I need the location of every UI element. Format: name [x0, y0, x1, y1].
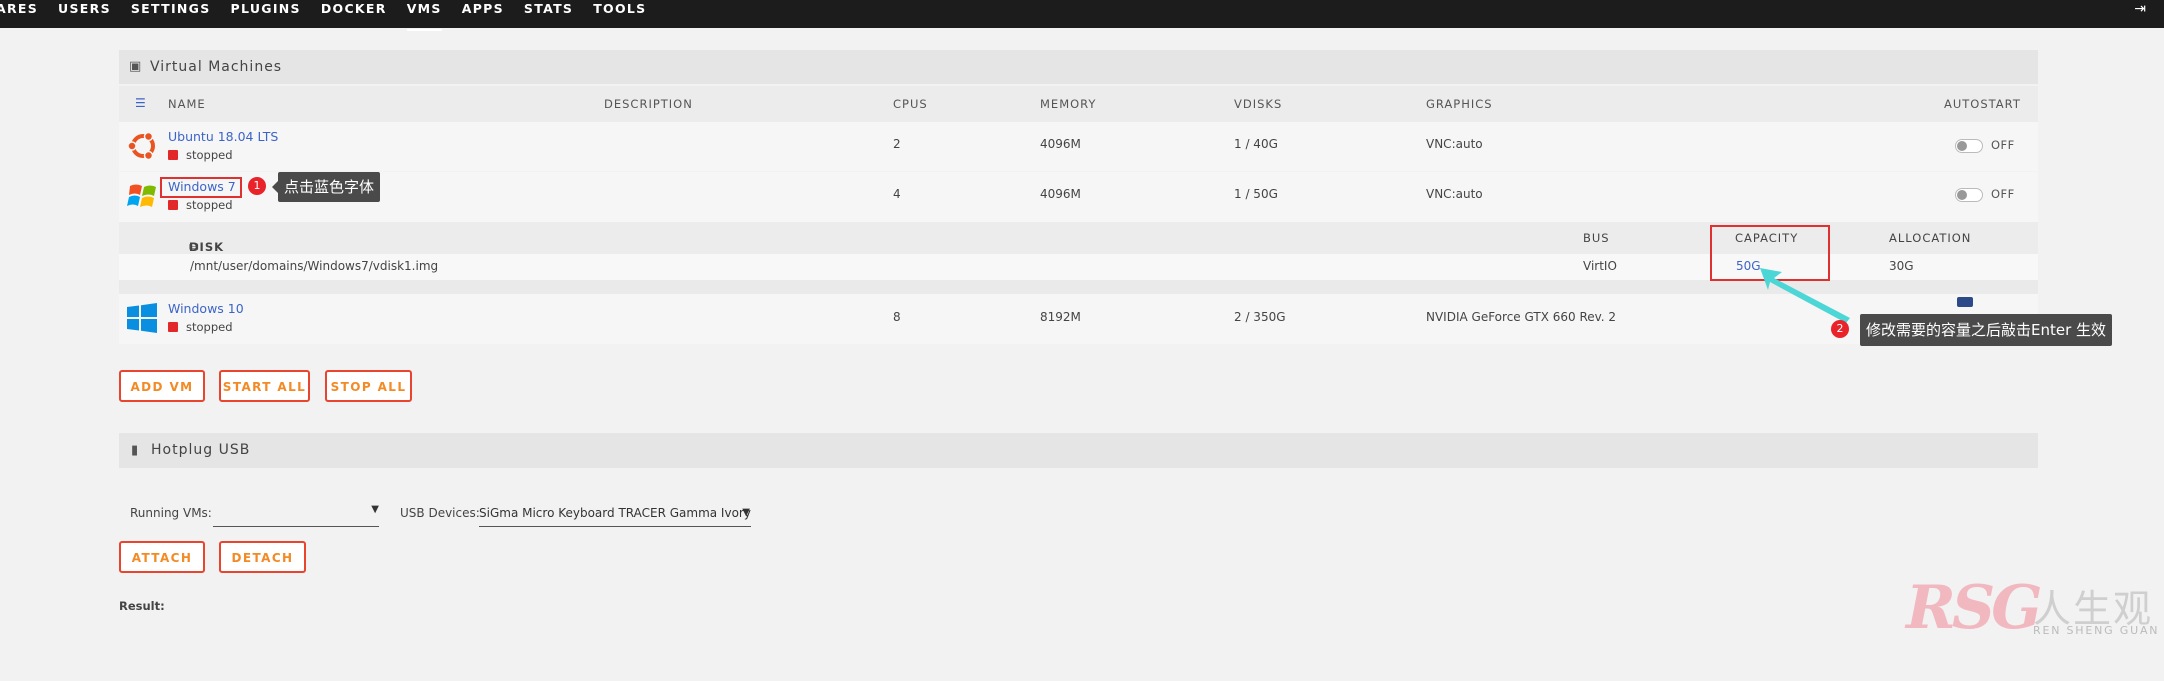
- vm-state-text: stopped: [186, 148, 233, 162]
- annotation-tooltip-1: 点击蓝色字体: [271, 172, 381, 202]
- result-label: Result:: [119, 599, 165, 613]
- watermark-logo: RSG: [1906, 573, 2042, 643]
- vm-vdisks: 1 / 40G: [1234, 137, 1278, 151]
- col-autostart: AUTOSTART: [1944, 97, 2021, 111]
- autostart-toggle[interactable]: [1955, 139, 1983, 153]
- vm-graphics: VNC:auto: [1426, 187, 1483, 201]
- stopped-icon: [168, 200, 178, 210]
- col-bus: BUS: [1583, 231, 1610, 245]
- vm-section-header: ▣ Virtual Machines: [119, 50, 2038, 84]
- annotation-badge-2: 2: [1831, 320, 1849, 338]
- vm-state: stopped: [168, 198, 233, 212]
- vm-graphics: VNC:auto: [1426, 137, 1483, 151]
- autostart-toggle[interactable]: [1955, 188, 1983, 202]
- hotplug-section-header: ▮ Hotplug USB: [119, 433, 2038, 468]
- col-cpus: CPUS: [893, 97, 928, 111]
- nav-apps[interactable]: APPS: [462, 0, 504, 28]
- annotation-badge-1: 1: [248, 177, 266, 195]
- vm-cpus[interactable]: 2: [893, 137, 901, 151]
- vm-table-header: ☰ NAME DESCRIPTION CPUS MEMORY VDISKS GR…: [119, 86, 2038, 122]
- nav-users[interactable]: USERS: [58, 0, 111, 28]
- vm-cpus[interactable]: 8: [893, 310, 901, 324]
- ubuntu-logo-icon[interactable]: [127, 130, 159, 162]
- col-name: NAME: [168, 97, 206, 111]
- disk-table-spacer: [119, 280, 2038, 294]
- top-nav-bar: ARES USERS SETTINGS PLUGINS DOCKER VMS A…: [0, 0, 2164, 31]
- col-vdisks: VDISKS: [1234, 97, 1283, 111]
- vm-graphics: NVIDIA GeForce GTX 660 Rev. 2: [1426, 310, 1617, 324]
- vm-vdisks: 2 / 350G: [1234, 310, 1286, 324]
- nav-shares[interactable]: ARES: [0, 0, 38, 28]
- windows7-logo-icon[interactable]: [127, 180, 159, 212]
- nav-vms[interactable]: VMS: [406, 0, 442, 31]
- col-graphics: GRAPHICS: [1426, 97, 1493, 111]
- top-nav: ARES USERS SETTINGS PLUGINS DOCKER VMS A…: [0, 0, 666, 31]
- usb-devices-value: SiGma Micro Keyboard TRACER Gamma Ivory: [479, 506, 751, 520]
- autostart-toggle[interactable]: [1957, 297, 1973, 307]
- vm-name-link[interactable]: Ubuntu 18.04 LTS: [168, 129, 278, 144]
- autostart-label: OFF: [1991, 138, 2015, 152]
- vm-memory: 8192M: [1040, 310, 1081, 324]
- vm-row-windows7[interactable]: Windows 7 stopped 4 4096M 1 / 50G VNC:au…: [119, 172, 2038, 222]
- running-vms-label: Running VMs:: [130, 506, 212, 520]
- usb-icon: ▮: [131, 443, 140, 458]
- vm-name-link[interactable]: Windows 10: [168, 301, 244, 316]
- running-vms-select[interactable]: ▼: [213, 504, 379, 527]
- autostart-label: OFF: [1991, 187, 2015, 201]
- watermark-english: REN SHENG GUAN: [2033, 624, 2160, 637]
- vm-state: stopped: [168, 320, 233, 334]
- col-allocation: ALLOCATION: [1889, 231, 1972, 245]
- vm-vdisks: 1 / 50G: [1234, 187, 1278, 201]
- window-icon: ▣: [129, 59, 143, 74]
- col-description: DESCRIPTION: [604, 97, 693, 111]
- vm-state-text: stopped: [186, 320, 233, 334]
- vm-section-title: Virtual Machines: [150, 59, 283, 75]
- nav-plugins[interactable]: PLUGINS: [231, 0, 301, 28]
- disk-allocation: 30G: [1889, 259, 1914, 273]
- vm-state: stopped: [168, 148, 233, 162]
- vm-row-windows10[interactable]: Windows 10 stopped 8 8192M 2 / 350G NVID…: [119, 294, 2038, 344]
- chevron-down-icon: ▼: [371, 504, 379, 515]
- disk-path: /mnt/user/domains/Windows7/vdisk1.img: [190, 259, 439, 273]
- start-all-button[interactable]: START ALL: [219, 370, 310, 402]
- nav-docker[interactable]: DOCKER: [321, 0, 387, 28]
- annotation-arrow-icon: [1760, 268, 1850, 323]
- annotation-tooltip-2: 修改需要的容量之后敲击Enter 生效: [1860, 314, 2113, 346]
- stop-all-button[interactable]: STOP ALL: [325, 370, 412, 402]
- annotation-box-name: [160, 177, 242, 198]
- logout-icon[interactable]: ⇥: [2134, 1, 2146, 17]
- vm-memory: 4096M: [1040, 137, 1081, 151]
- vm-cpus[interactable]: 4: [893, 187, 901, 201]
- list-view-icon[interactable]: ☰: [135, 96, 147, 110]
- vm-state-text: stopped: [186, 198, 233, 212]
- col-memory: MEMORY: [1040, 97, 1097, 111]
- stopped-icon: [168, 150, 178, 160]
- usb-devices-label: USB Devices:: [400, 506, 480, 520]
- attach-button[interactable]: ATTACH: [119, 541, 205, 573]
- stopped-icon: [168, 322, 178, 332]
- nav-settings[interactable]: SETTINGS: [131, 0, 211, 28]
- hotplug-section-title: Hotplug USB: [151, 442, 251, 458]
- detach-button[interactable]: DETACH: [219, 541, 306, 573]
- usb-devices-select[interactable]: SiGma Micro Keyboard TRACER Gamma Ivory …: [479, 504, 751, 527]
- add-vm-button[interactable]: ADD VM: [119, 370, 205, 402]
- nav-tools[interactable]: TOOLS: [593, 0, 646, 28]
- windows10-logo-icon[interactable]: [127, 303, 157, 333]
- chevron-down-icon: ▼: [742, 507, 750, 518]
- vm-memory: 4096M: [1040, 187, 1081, 201]
- vm-row-ubuntu[interactable]: Ubuntu 18.04 LTS stopped 2 4096M 1 / 40G…: [119, 122, 2038, 171]
- disk-bus: VirtIO: [1583, 259, 1617, 273]
- nav-stats[interactable]: STATS: [524, 0, 573, 28]
